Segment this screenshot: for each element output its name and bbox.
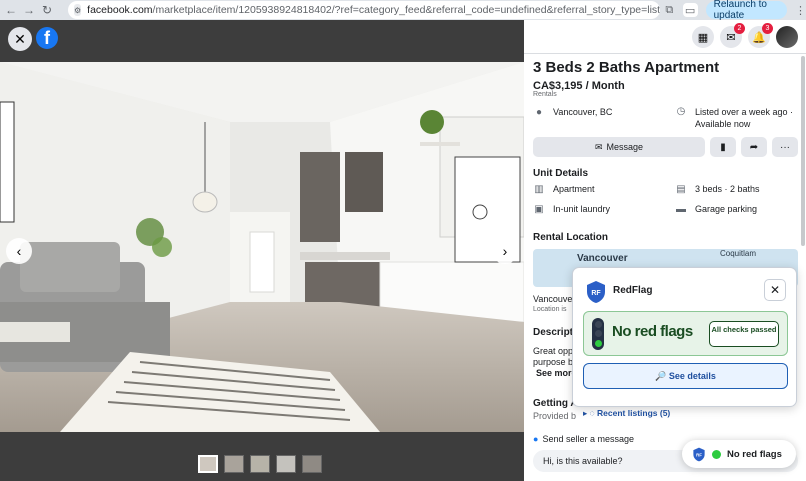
menu-icon[interactable]: ⋮ <box>795 3 806 17</box>
thumbnail[interactable] <box>198 455 218 473</box>
messenger-badge: 2 <box>734 23 745 34</box>
site-info-icon[interactable]: ⚙ <box>74 4 82 16</box>
facebook-logo[interactable]: f <box>36 27 58 49</box>
listing-photo <box>0 62 524 432</box>
photo-viewer: ✕ f ‹ › <box>0 20 524 481</box>
more-options-icon[interactable]: ··· <box>772 137 798 157</box>
message-button[interactable]: ✉ Message <box>533 137 705 157</box>
listing-title: 3 Beds 2 Baths Apartment <box>533 59 720 76</box>
map-caption: Vancouver <box>533 294 576 304</box>
thumbnail[interactable] <box>224 455 244 473</box>
thumbnail[interactable] <box>302 455 322 473</box>
send-message-row: ● Send seller a message <box>533 434 634 444</box>
extensions-icon[interactable]: ⧉ <box>664 3 675 17</box>
previous-photo-button[interactable]: ‹ <box>6 238 32 264</box>
listing-category[interactable]: Rentals <box>533 91 557 98</box>
car-icon: ▬ <box>676 203 686 215</box>
menu-grid-icon[interactable]: ▦ <box>692 26 714 48</box>
map-label-coquitlam: Coquitlam <box>720 249 757 258</box>
listed-line-1: Listed over a week ago · <box>695 107 794 117</box>
redflag-shield-icon: RF <box>693 447 705 461</box>
browser-toolbar: ← → ↻ ⚙ facebook.com/marketplace/item/12… <box>0 0 806 21</box>
clock-icon: ◷ <box>676 106 686 117</box>
status-badge: All checks passed <box>709 321 779 347</box>
address-bar[interactable]: ⚙ facebook.com/marketplace/item/12059389… <box>68 1 660 19</box>
send-message-label: Send seller a message <box>542 434 634 444</box>
unit-details-heading: Unit Details <box>533 168 589 179</box>
status-text: No red flags <box>612 323 693 340</box>
redflag-title: RedFlag <box>613 285 653 296</box>
profile-icon[interactable]: ▭ <box>682 3 698 17</box>
svg-text:RF: RF <box>696 452 702 457</box>
back-icon[interactable]: ← <box>2 1 20 19</box>
status-card: No red flags All checks passed <box>583 311 788 356</box>
notifications-icon[interactable]: 🔔 3 <box>748 23 773 48</box>
redflag-shield-icon: RF <box>587 281 605 303</box>
header-icons: ▦ ✉ 2 🔔 3 <box>692 23 798 48</box>
detail-laundry: ▣ In-unit laundry <box>533 203 610 215</box>
thumbnail[interactable] <box>276 455 296 473</box>
see-details-button[interactable]: 🔎 See details <box>583 363 788 389</box>
detail-label: In-unit laundry <box>553 204 611 214</box>
messenger-small-icon: ● <box>533 434 539 444</box>
getting-around-heading: Getting A <box>533 398 578 409</box>
recent-listings-label: Recent listings (5) <box>597 408 671 418</box>
building-icon: ▥ <box>534 183 544 195</box>
svg-text:RF: RF <box>591 290 601 297</box>
message-button-label: Message <box>606 142 644 152</box>
reload-icon[interactable]: ↻ <box>38 1 56 19</box>
thumbnail[interactable] <box>250 455 270 473</box>
next-photo-button[interactable]: › <box>492 238 518 264</box>
messenger-icon[interactable]: ✉ 2 <box>720 23 745 48</box>
detail-label: 3 beds · 2 baths <box>695 184 760 194</box>
action-buttons: ✉ Message ▮ ➦ ··· <box>533 137 798 157</box>
location-row: ● Vancouver, BC <box>533 106 612 118</box>
light-red <box>594 321 602 329</box>
listed-text: Listed over a week ago · Available now <box>695 106 793 130</box>
notifications-badge: 3 <box>762 23 773 34</box>
forward-icon[interactable]: → <box>20 1 38 19</box>
close-icon[interactable]: ✕ <box>8 27 32 51</box>
browser-actions: ⧉ ▭ Relaunch to update ⋮ <box>664 0 806 21</box>
header-divider <box>524 53 806 54</box>
detail-label: Garage parking <box>695 204 758 214</box>
scrollbar[interactable] <box>801 56 805 246</box>
map-note: Location is <box>533 306 567 313</box>
location-pin-icon: ● <box>535 106 543 118</box>
save-bookmark-icon[interactable]: ▮ <box>710 137 736 157</box>
url-path: /marketplace/item/1205938924818402/?ref=… <box>152 4 660 16</box>
light-yellow <box>594 330 602 338</box>
see-more-link[interactable]: See more <box>536 368 577 378</box>
messenger-small-icon: ✉ <box>594 141 603 152</box>
photo-thumbnails <box>198 455 322 473</box>
detail-parking: ▬ Garage parking <box>675 203 757 215</box>
redflag-popup: RF RedFlag ✕ No red flags All checks pas… <box>572 267 797 418</box>
detail-apartment: ▥ Apartment <box>533 183 595 195</box>
light-green <box>594 339 602 347</box>
redflag-pill[interactable]: RF No red flags <box>682 440 796 468</box>
status-dot <box>712 449 721 459</box>
avatar[interactable] <box>776 26 798 48</box>
recent-listings-toggle[interactable]: ▸ ◌ Recent listings (5) <box>583 408 670 419</box>
close-icon[interactable]: ✕ <box>764 279 786 301</box>
share-icon[interactable]: ➦ <box>741 137 767 157</box>
map-label-vancouver: Vancouver <box>577 253 628 264</box>
relaunch-button[interactable]: Relaunch to update <box>705 0 787 21</box>
traffic-light-icon <box>592 318 604 350</box>
url-host: facebook.com <box>87 4 153 16</box>
detail-beds-baths: ▤ 3 beds · 2 baths <box>675 183 760 195</box>
getting-around-text: Provided b <box>533 411 577 421</box>
triangle-right-icon: ▸ ◌ <box>583 408 598 418</box>
detail-label: Apartment <box>553 184 595 194</box>
description-heading: Descripti <box>533 327 576 338</box>
washer-icon: ▣ <box>534 203 544 215</box>
description-line-2: purpose b <box>533 357 574 367</box>
location-text[interactable]: Vancouver, BC <box>553 107 612 117</box>
rental-location-heading: Rental Location <box>533 232 609 243</box>
pill-status-text: No red flags <box>727 448 782 460</box>
beds-icon: ▤ <box>676 183 686 195</box>
listed-info: ◷ Listed over a week ago · Available now <box>675 106 793 130</box>
listed-line-2: Available now <box>695 119 751 129</box>
